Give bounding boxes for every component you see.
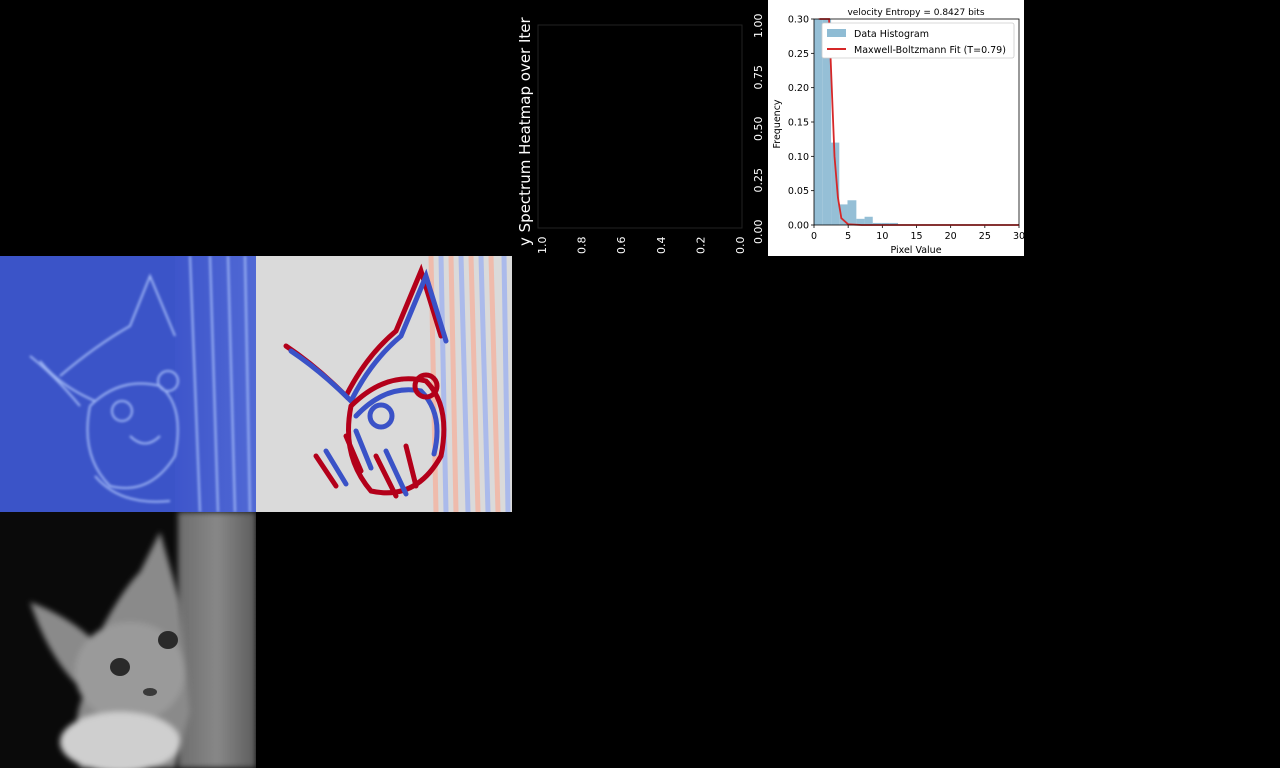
spectrum-bottom-tick-label: 0.8: [576, 237, 589, 255]
x-tick-label: 0: [811, 231, 817, 242]
empty-panel-row3-right: [256, 512, 1280, 768]
x-tick-label: 25: [979, 231, 991, 242]
legend-histogram-label: Data Histogram: [854, 29, 929, 40]
spectrum-heatmap-panel: y Spectrum Heatmap over Iter 1.0 0.8 0.6 0.…: [512, 0, 768, 256]
grayscale-kitten-image: [0, 512, 256, 768]
histogram-chart: velocity Entropy = 0.8427 bits 0.00 0.05 0…: [768, 0, 1024, 256]
y-tick-label: 0.25: [788, 49, 809, 60]
histogram-bar: [814, 19, 823, 225]
histogram-bar: [864, 216, 873, 225]
spectrum-right-tick-label: 0.25: [752, 168, 765, 193]
spectrum-bottom-tick-label: 0.2: [694, 237, 707, 255]
spectrum-right-tick-label: 0.50: [752, 117, 765, 142]
spectrum-bottom-tick-label: 0.4: [655, 237, 668, 255]
empty-panel-top-far-right: [1024, 0, 1280, 256]
diverging-filtered-kitten-image: [256, 256, 512, 512]
chart-title: velocity Entropy = 0.8427 bits: [847, 8, 984, 18]
spectrum-title: y Spectrum Heatmap over Iter: [516, 16, 534, 246]
spectrum-right-tick-label: 0.75: [752, 65, 765, 90]
histogram-bar: [847, 200, 857, 225]
spectrum-bottom-tick-label: 0.6: [615, 237, 628, 255]
spectrum-bottom-tick-label: 1.0: [536, 237, 549, 255]
legend-histogram-swatch: [827, 29, 846, 37]
spectrum-bottom-tick-label: 0.0: [734, 237, 747, 255]
edge-filtered-kitten-image: [0, 256, 256, 512]
x-axis-label: Pixel Value: [890, 245, 941, 256]
spectrum-plot-area: [537, 24, 743, 229]
x-tick-label: 30: [1013, 231, 1024, 242]
empty-panel-top-left: [0, 0, 512, 256]
y-axis-label: Frequency: [772, 99, 783, 148]
y-tick-label: 0.15: [788, 118, 809, 129]
y-tick-label: 0.00: [788, 221, 809, 232]
spectrum-right-tick-label: 0.00: [752, 220, 765, 245]
legend-fit-label: Maxwell-Boltzmann Fit (T=0.79): [854, 45, 1006, 56]
y-tick-label: 0.30: [788, 15, 809, 26]
y-tick-label: 0.20: [788, 83, 809, 94]
x-tick-label: 20: [945, 231, 957, 242]
x-tick-label: 10: [876, 231, 888, 242]
y-tick-label: 0.05: [788, 186, 809, 197]
spectrum-right-tick-label: 1.00: [752, 14, 765, 39]
legend: Data Histogram Maxwell-Boltzmann Fit (T=…: [821, 22, 1015, 59]
x-tick-label: 15: [910, 231, 922, 242]
empty-panel-row2-right: [512, 256, 1280, 512]
y-tick-label: 0.10: [788, 152, 809, 163]
x-tick-label: 5: [845, 231, 851, 242]
